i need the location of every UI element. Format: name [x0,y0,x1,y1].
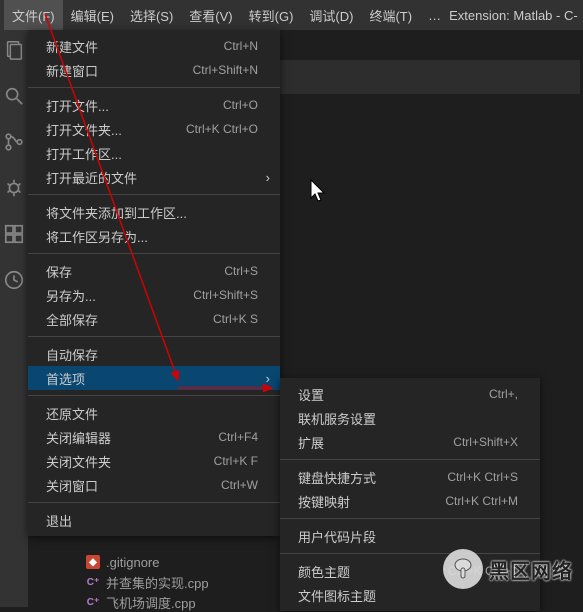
menu-edit[interactable]: 编辑(E) [63,0,122,30]
watermark-logo-icon [443,549,483,589]
menu-separator [28,253,280,254]
extensions-icon[interactable] [2,222,26,246]
editor-tab-bg [280,60,580,94]
gitignore-icon: ◆ [86,555,100,569]
menu-separator [28,502,280,503]
menuitem-open-file[interactable]: 打开文件...Ctrl+O [28,93,280,117]
pointer-cursor-icon [307,178,329,210]
menuitem-close-editor[interactable]: 关闭编辑器Ctrl+F4 [28,425,280,449]
submenu-online-services[interactable]: 联机服务设置 [280,406,540,430]
menu-separator [28,336,280,337]
cpp-icon: C⁺ [86,575,100,589]
menuitem-auto-save[interactable]: 自动保存 [28,342,280,366]
activity-bar [0,30,28,607]
menuitem-save[interactable]: 保存Ctrl+S [28,259,280,283]
watermark-text: 黑区网络 [489,555,573,584]
menuitem-open-folder[interactable]: 打开文件夹...Ctrl+K Ctrl+O [28,117,280,141]
menu-separator [280,459,540,460]
file-row[interactable]: C⁺并查集的实现.cpp [86,572,209,592]
submenu-user-snippets[interactable]: 用户代码片段 [280,524,540,548]
menuitem-preferences[interactable]: 首选项› [28,366,280,390]
chevron-right-icon: › [266,371,270,386]
menuitem-revert-file[interactable]: 还原文件 [28,401,280,425]
file-row[interactable]: C⁺飞机场调度.cpp [86,592,209,612]
menuitem-open-recent[interactable]: 打开最近的文件› [28,165,280,189]
menuitem-save-workspace-as[interactable]: 将工作区另存为... [28,224,280,248]
menu-separator [280,518,540,519]
explorer-files: ◆.gitignore C⁺并查集的实现.cpp C⁺飞机场调度.cpp [86,552,209,612]
menu-terminal[interactable]: 终端(T) [361,0,420,30]
menuitem-new-file[interactable]: 新建文件Ctrl+N [28,34,280,58]
menu-separator [28,194,280,195]
menu-separator [28,395,280,396]
file-menu-dropdown: 新建文件Ctrl+N 新建窗口Ctrl+Shift+N 打开文件...Ctrl+… [28,30,280,536]
menu-view[interactable]: 查看(V) [181,0,240,30]
source-control-icon[interactable] [2,130,26,154]
menuitem-close-window[interactable]: 关闭窗口Ctrl+W [28,473,280,497]
menu-overflow[interactable]: … [420,8,449,23]
menuitem-add-folder[interactable]: 将文件夹添加到工作区... [28,200,280,224]
menuitem-save-all[interactable]: 全部保存Ctrl+K S [28,307,280,331]
watermark: 黑区网络 [443,549,573,589]
submenu-keyboard-shortcuts[interactable]: 键盘快捷方式Ctrl+K Ctrl+S [280,465,540,489]
submenu-extensions[interactable]: 扩展Ctrl+Shift+X [280,430,540,454]
chevron-right-icon: › [266,170,270,185]
submenu-settings[interactable]: 设置Ctrl+, [280,382,540,406]
debug-icon[interactable] [2,176,26,200]
menuitem-close-folder[interactable]: 关闭文件夹Ctrl+K F [28,449,280,473]
timeline-icon[interactable] [2,268,26,292]
menu-go[interactable]: 转到(G) [241,0,302,30]
menuitem-save-as[interactable]: 另存为...Ctrl+Shift+S [28,283,280,307]
menu-select[interactable]: 选择(S) [122,0,181,30]
menu-debug[interactable]: 调试(D) [301,0,361,30]
menuitem-open-workspace[interactable]: 打开工作区... [28,141,280,165]
menu-separator [28,87,280,88]
menuitem-exit[interactable]: 退出 [28,508,280,532]
menubar: 文件(F) 编辑(E) 选择(S) 查看(V) 转到(G) 调试(D) 终端(T… [0,0,583,30]
window-title: Extension: Matlab - C- [449,8,579,23]
files-icon[interactable] [2,38,26,62]
search-icon[interactable] [2,84,26,108]
file-row[interactable]: ◆.gitignore [86,552,209,572]
menu-file[interactable]: 文件(F) [4,0,63,30]
submenu-keymaps[interactable]: 按键映射Ctrl+K Ctrl+M [280,489,540,513]
menuitem-new-window[interactable]: 新建窗口Ctrl+Shift+N [28,58,280,82]
